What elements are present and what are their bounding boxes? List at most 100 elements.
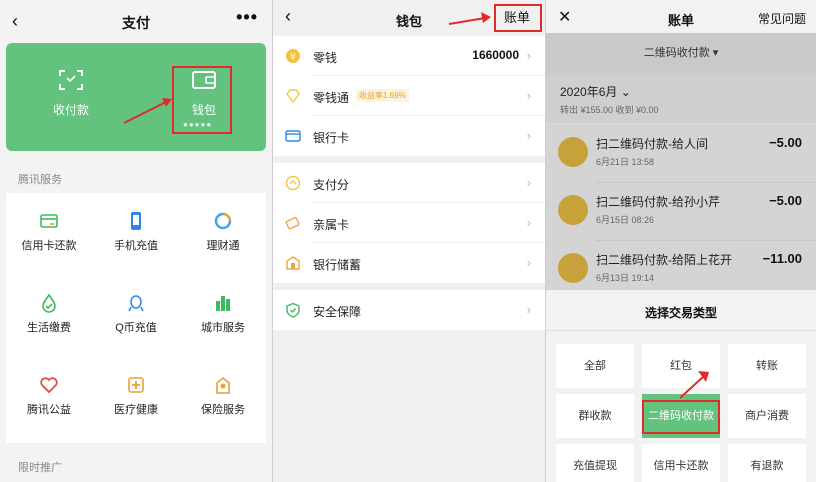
wallet-highlight-box — [172, 66, 232, 134]
wallet-item-security[interactable]: 安全保障 › — [273, 290, 545, 330]
transaction-title: 扫二维码付款-给孙小芹 — [596, 195, 720, 209]
service-life-payment[interactable]: 生活缴费 — [6, 275, 92, 355]
score-icon — [285, 175, 301, 191]
chevron-right-icon: › — [526, 302, 531, 317]
month-summary: 转出 ¥155.00 收到 ¥0.00 — [560, 105, 659, 115]
wallet-item-label: 银行储蓄 — [313, 258, 362, 272]
page-title: 支付 — [122, 15, 150, 31]
service-phone-recharge[interactable]: 手机充值 — [93, 193, 179, 273]
collect-pay-button[interactable]: 收付款 — [31, 61, 111, 131]
service-label: 城市服务 — [201, 322, 245, 334]
wallet-item-bank-card[interactable]: 银行卡 › — [273, 116, 545, 156]
wallet-item-savings[interactable]: 银行储蓄 › — [273, 243, 545, 283]
transaction-row[interactable]: 扫二维码付款-给人间 6月21日 13:58 −5.00 — [546, 125, 816, 183]
savings-icon — [286, 256, 300, 270]
service-credit-card[interactable]: 信用卡还款 — [6, 193, 92, 273]
wallet-group-1: ¥ 零钱 1660000 › 零钱通 收益率1.69% › 银行卡 › — [273, 36, 545, 156]
wallet-item-label: 零钱通 — [313, 91, 350, 105]
wallet-screen: ‹ 钱包 账单 ¥ 零钱 1660000 › 零钱通 收益率1.69% › 银行… — [273, 0, 545, 482]
service-label: Q币充值 — [115, 322, 157, 334]
annotation-arrow-icon — [679, 371, 709, 399]
type-option-credit-repay[interactable]: 信用卡还款 — [642, 444, 720, 482]
insurance-icon — [216, 376, 230, 394]
type-option-group-collect[interactable]: 群收款 — [556, 394, 634, 438]
medical-icon — [128, 377, 144, 393]
wallet-item-label: 亲属卡 — [313, 218, 350, 232]
service-wealth[interactable]: 理财通 — [180, 193, 266, 273]
annotation-arrow-icon — [448, 12, 491, 25]
transaction-date: 6月15日 08:26 — [596, 215, 655, 225]
service-label: 理财通 — [206, 240, 240, 252]
pay-header: ‹ 支付 ••• — [0, 0, 272, 42]
transaction-amount: −5.00 — [769, 193, 802, 208]
service-city[interactable]: 城市服务 — [180, 275, 266, 355]
transaction-title: 扫二维码付款-给人间 — [596, 137, 708, 151]
faq-link[interactable]: 常见问题 — [758, 10, 806, 27]
wallet-item-label: 支付分 — [313, 178, 350, 192]
service-label: 保险服务 — [201, 404, 245, 416]
service-medical[interactable]: 医疗健康 — [93, 357, 179, 437]
service-label: 信用卡还款 — [21, 240, 77, 252]
wallet-item-family-card[interactable]: 亲属卡 › — [273, 203, 545, 243]
credit-card-icon — [40, 214, 58, 228]
wallet-group-3: 安全保障 › — [273, 290, 545, 330]
wallet-item-change[interactable]: ¥ 零钱 1660000 › — [273, 36, 545, 76]
wallet-item-label: 零钱 — [313, 51, 338, 65]
bill-list-dimmed: 二维码收付款 ▾ 2020年6月 ⌄ 转出 ¥155.00 收到 ¥0.00 扫… — [546, 33, 816, 299]
qr-type-highlight-box — [642, 400, 720, 434]
change-balance: 1660000 — [472, 48, 519, 62]
transaction-amount: −5.00 — [769, 135, 802, 150]
transaction-amount: −11.00 — [762, 251, 802, 266]
type-option-transfer[interactable]: 转账 — [728, 344, 806, 388]
type-option-merchant[interactable]: 商户消费 — [728, 394, 806, 438]
money-bag-icon — [558, 195, 588, 225]
service-label: 医疗健康 — [114, 404, 158, 416]
chevron-right-icon: › — [526, 88, 531, 103]
wallet-item-score[interactable]: 支付分 › — [273, 163, 545, 203]
service-label: 生活缴费 — [27, 322, 71, 334]
service-charity[interactable]: 腾讯公益 — [6, 357, 92, 437]
sheet-title: 选择交易类型 — [644, 306, 717, 320]
wallet-item-lqt[interactable]: 零钱通 收益率1.69% › — [273, 76, 545, 116]
transaction-title: 扫二维码付款-给陌上花开 — [596, 253, 732, 267]
chevron-right-icon: › — [526, 215, 531, 230]
service-insurance[interactable]: 保险服务 — [180, 357, 266, 437]
type-option-all[interactable]: 全部 — [556, 344, 634, 388]
sheet-divider — [546, 330, 816, 331]
month-header: 2020年6月 ⌄ 转出 ¥155.00 收到 ¥0.00 — [546, 73, 816, 123]
chevron-right-icon: › — [526, 48, 531, 63]
scan-frame-icon — [59, 70, 83, 90]
yield-badge: 收益率1.69% — [356, 89, 409, 102]
wallet-item-label: 银行卡 — [313, 131, 350, 145]
life-payment-icon — [42, 293, 56, 313]
transaction-row[interactable]: 扫二维码付款-给孙小芹 6月15日 08:26 −5.00 — [546, 183, 816, 241]
city-icon — [216, 296, 230, 311]
chevron-right-icon: › — [526, 175, 531, 190]
transaction-date: 6月21日 13:58 — [596, 157, 655, 167]
more-options-icon[interactable]: ••• — [236, 7, 258, 28]
yuan-coin-icon: ¥ — [286, 49, 300, 63]
shield-icon — [286, 302, 300, 318]
service-qq-coin[interactable]: Q币充值 — [93, 275, 179, 355]
charity-icon — [40, 377, 58, 394]
type-filter[interactable]: 二维码收付款 ▾ — [546, 33, 816, 73]
pay-screen: ‹ 支付 ••• 收付款 钱包 ●●●●● 腾讯服务 信用卡还款 手机充值 理财… — [0, 0, 272, 482]
month-selector[interactable]: 2020年6月 ⌄ — [560, 83, 631, 100]
bank-card-icon — [285, 130, 301, 142]
transaction-date: 6月13日 19:14 — [596, 273, 655, 283]
svg-text:¥: ¥ — [290, 53, 296, 63]
family-card-icon — [285, 216, 300, 230]
money-bag-icon — [558, 137, 588, 167]
chevron-right-icon: › — [526, 128, 531, 143]
service-label: 手机充值 — [114, 240, 158, 252]
type-option-topup-withdraw[interactable]: 充值提现 — [556, 444, 634, 482]
type-option-refund[interactable]: 有退款 — [728, 444, 806, 482]
services-grid: 信用卡还款 手机充值 理财通 生活缴费 Q币充值 城市服务 腾讯公益 医疗健康 … — [6, 193, 266, 443]
promo-section-title: 限时推广 — [18, 462, 62, 474]
money-bag-icon — [558, 253, 588, 283]
bill-header: ✕ 账单 常见问题 — [546, 0, 816, 33]
wallet-item-label: 安全保障 — [313, 305, 362, 319]
wealth-icon — [214, 212, 232, 230]
qq-coin-icon — [128, 295, 144, 312]
services-section-title: 腾讯服务 — [18, 174, 62, 186]
